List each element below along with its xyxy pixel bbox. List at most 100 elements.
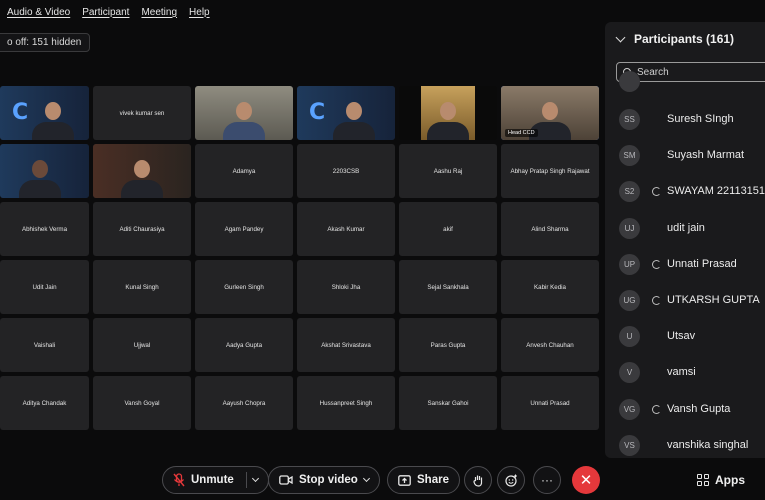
participant-tile[interactable]: Unnati Prasad: [501, 376, 599, 430]
participant-tile[interactable]: Abhay Pratap Singh Rajawat: [501, 144, 599, 198]
participant-name: 2203CSB: [332, 167, 360, 175]
participants-title: Participants (161): [634, 32, 735, 46]
participant-tile[interactable]: Anvesh Chauhan: [501, 318, 599, 372]
participant-name: Adamya: [232, 167, 256, 175]
participants-header[interactable]: Participants (161): [615, 32, 735, 46]
participant-name: Sanskar Gahoi: [427, 399, 469, 407]
participant-tile[interactable]: 2203CSB: [297, 144, 395, 198]
list-item[interactable]: SS Suresh SIngh: [605, 104, 765, 134]
video-tile[interactable]: [195, 86, 293, 140]
camera-icon: [279, 475, 293, 485]
mic-muted-icon: [173, 473, 185, 487]
participant-tile[interactable]: Abhishek Verma: [0, 202, 89, 256]
participant-name: Unnati Prasad: [530, 399, 570, 407]
apps-button[interactable]: Apps: [697, 466, 745, 494]
participant-tile[interactable]: Ujjwal: [93, 318, 191, 372]
video-tile[interactable]: [399, 86, 497, 140]
list-item[interactable]: VG Vansh Gupta: [605, 394, 765, 424]
logo-icon: C: [309, 100, 326, 125]
list-item[interactable]: UP Unnati Prasad: [605, 249, 765, 279]
list-item[interactable]: SM Suyash Marmat: [605, 140, 765, 170]
participant-list-name: Suyash Marmat: [667, 149, 745, 161]
participant-tile[interactable]: Vansh Goyal: [93, 376, 191, 430]
avatar: V: [619, 361, 640, 383]
avatar: SS: [619, 108, 640, 130]
menu-participant[interactable]: Participant: [82, 7, 129, 18]
participant-tile[interactable]: Aadya Gupta: [195, 318, 293, 372]
participant-list-name: vamsi: [667, 366, 696, 378]
chevron-down-icon[interactable]: [251, 474, 259, 483]
reactions-button[interactable]: [497, 466, 525, 494]
avatar: S2: [619, 180, 640, 202]
video-tile[interactable]: C: [297, 86, 395, 140]
participant-name: Abhay Pratap Singh Rajawat: [510, 167, 590, 175]
participant-tile[interactable]: Hussanpreet Singh: [297, 376, 395, 430]
video-tile[interactable]: [93, 144, 191, 198]
chevron-down-icon[interactable]: [362, 474, 370, 483]
participant-tile[interactable]: Paras Gupta: [399, 318, 497, 372]
avatar: [619, 70, 640, 92]
participant-tile[interactable]: Aashu Raj: [399, 144, 497, 198]
apps-grid-icon: [697, 474, 709, 486]
participant-tile[interactable]: Vaishali: [0, 318, 89, 372]
list-item[interactable]: UG UTKARSH GUPTA: [605, 285, 765, 315]
menu-help[interactable]: Help: [189, 7, 210, 18]
share-screen-icon: [398, 474, 411, 486]
apps-label: Apps: [715, 473, 745, 487]
participant-tile[interactable]: Akash Kumar: [297, 202, 395, 256]
participant-tile[interactable]: Alind Sharma: [501, 202, 599, 256]
participant-tile[interactable]: Kunal Singh: [93, 260, 191, 314]
participant-name: Udit Jain: [32, 283, 57, 291]
participant-list-name: vanshika singhal: [667, 439, 749, 451]
list-item[interactable]: Vvamsi: [605, 357, 765, 387]
stop-video-button[interactable]: Stop video: [268, 466, 380, 494]
avatar: VS: [619, 434, 640, 456]
participant-list-name: Utsav: [667, 330, 696, 342]
menu-meeting[interactable]: Meeting: [141, 7, 177, 18]
list-item[interactable]: [605, 66, 765, 96]
participant-tile[interactable]: Akshat Srivastava: [297, 318, 395, 372]
participant-name: Sejal Sankhala: [427, 283, 469, 291]
raise-hand-button[interactable]: [464, 466, 492, 494]
participant-name: Kunal Singh: [125, 283, 159, 291]
chevron-down-icon[interactable]: [615, 32, 626, 42]
video-tile[interactable]: C: [0, 86, 89, 140]
list-item[interactable]: UJ udit jain: [605, 213, 765, 243]
avatar: UG: [619, 289, 640, 311]
participant-tile[interactable]: Kabir Kedia: [501, 260, 599, 314]
participant-tile[interactable]: Sanskar Gahoi: [399, 376, 497, 430]
participant-tile[interactable]: Sejal Sankhala: [399, 260, 497, 314]
list-item[interactable]: U Utsav: [605, 321, 765, 351]
close-icon: ✕: [579, 472, 593, 489]
participant-list-name: Unnati Prasad: [667, 258, 737, 270]
participant-name: Akshat Srivastava: [321, 341, 371, 349]
participant-tile[interactable]: Aditi Chaurasiya: [93, 202, 191, 256]
participant-tile[interactable]: Agam Pandey: [195, 202, 293, 256]
video-tile-active-speaker[interactable]: Head CCD: [501, 86, 599, 140]
smiley-icon: [504, 474, 517, 487]
more-options-button[interactable]: ···: [533, 466, 561, 494]
menu-bar: Audio & Video Participant Meeting Help: [0, 0, 600, 24]
list-item[interactable]: S2 SWAYAM 22113151: [605, 176, 765, 206]
participant-name: Gurleen Singh: [224, 283, 264, 291]
hidden-participants-notice[interactable]: o off: 151 hidden: [0, 33, 91, 52]
participant-tile[interactable]: Shloki Jha: [297, 260, 395, 314]
participant-tile[interactable]: Aditya Chandak: [0, 376, 89, 430]
participant-name: Aditya Chandak: [22, 399, 67, 407]
share-button[interactable]: Share: [387, 466, 460, 494]
participant-name: Abhishek Verma: [21, 225, 68, 233]
video-tile[interactable]: vivek kumar sen: [93, 86, 191, 140]
participant-tile[interactable]: Udit Jain: [0, 260, 89, 314]
participant-name: Kabir Kedia: [534, 283, 566, 291]
participant-tile[interactable]: Adamya: [195, 144, 293, 198]
participant-tile[interactable]: Gurleen Singh: [195, 260, 293, 314]
menu-audio-video[interactable]: Audio & Video: [7, 7, 70, 18]
unmute-button[interactable]: Unmute: [162, 466, 269, 494]
participant-tile[interactable]: akif: [399, 202, 497, 256]
list-item[interactable]: VS vanshika singhal: [605, 430, 765, 458]
share-label: Share: [417, 474, 449, 486]
participant-list-name: SWAYAM 22113151: [667, 185, 765, 197]
video-tile[interactable]: [0, 144, 89, 198]
participant-tile[interactable]: Aayush Chopra: [195, 376, 293, 430]
leave-meeting-button[interactable]: ✕: [572, 466, 600, 494]
